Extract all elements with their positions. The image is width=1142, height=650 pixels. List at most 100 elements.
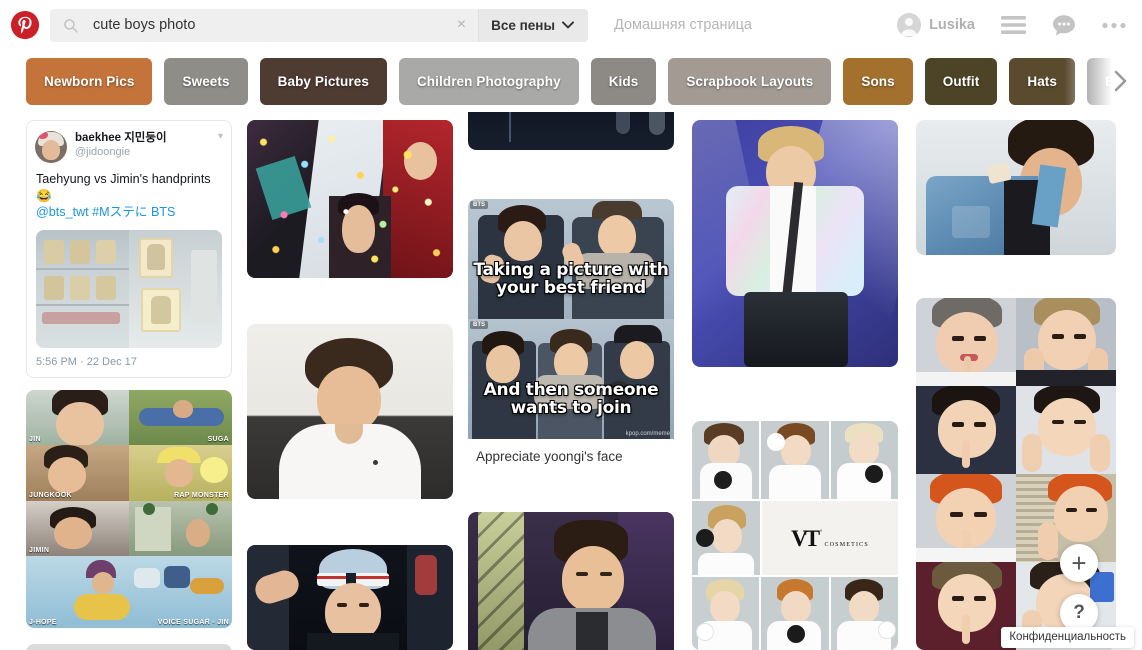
- search-scope-label: Все пены: [491, 17, 555, 33]
- category-chip[interactable]: Children Photography: [398, 57, 579, 105]
- pin-image: [26, 644, 232, 650]
- more-horizontal-icon[interactable]: [1102, 22, 1126, 29]
- search-bar[interactable]: × Все пены: [50, 8, 588, 42]
- category-chip-label: Scrapbook Layouts: [686, 73, 814, 89]
- tweet-timestamp: 5:56 PM · 22 Dec 17: [36, 355, 137, 368]
- tweet-image-left: [36, 229, 129, 348]
- vt-cell: [692, 421, 760, 499]
- avatar-icon: [897, 13, 922, 37]
- category-chip[interactable]: Hats: [1009, 57, 1076, 105]
- meme-line-2: your best friend: [496, 278, 646, 298]
- grid-cell: [916, 474, 1016, 562]
- grid-cell: [1016, 298, 1116, 386]
- category-chip[interactable]: Outfit: [924, 57, 998, 105]
- user-menu[interactable]: Lusika: [897, 13, 975, 37]
- collage-label: SUGA: [207, 436, 229, 444]
- privacy-tooltip[interactable]: Конфиденциальность: [1001, 627, 1134, 648]
- meme-watermark: kpop.com/meme: [625, 431, 670, 437]
- category-chip[interactable]: Sons: [843, 57, 913, 105]
- search-icon: [64, 18, 78, 33]
- category-chip[interactable]: Baby Pictures: [259, 57, 387, 105]
- pin-partial-bottom-1[interactable]: [26, 644, 232, 650]
- add-button-label: +: [1071, 547, 1087, 578]
- category-chip-bar[interactable]: Newborn Pics Sweets Baby Pictures Children …: [0, 50, 1142, 112]
- pin-suga-headband[interactable]: [247, 545, 453, 650]
- clear-search-icon[interactable]: ×: [445, 17, 478, 33]
- pin-bts-baby-collage[interactable]: JIN SUGA JUNGKOOK RAP MONSTER JIMIN J-HO…: [26, 390, 232, 628]
- vt-brand-t: T: [804, 525, 821, 551]
- pinterest-logo-icon[interactable]: [8, 8, 42, 42]
- search-scope-dropdown[interactable]: Все пены: [478, 8, 588, 42]
- collage-cell: JIN: [26, 390, 129, 446]
- username-label: Lusika: [929, 17, 975, 33]
- search-input-wrapper[interactable]: ×: [50, 8, 479, 42]
- home-link[interactable]: Домашняя страница: [614, 17, 752, 33]
- pin-image: [247, 545, 453, 650]
- collage-cell: RAP MONSTER: [129, 445, 232, 501]
- pin-caption: Appreciate yoongi's face: [476, 449, 623, 464]
- pin-image: [916, 120, 1116, 255]
- pin-image: [468, 512, 674, 650]
- add-button[interactable]: +: [1060, 544, 1098, 582]
- pin-jhope-stage[interactable]: [692, 120, 898, 367]
- pin-dark-partial[interactable]: [468, 112, 674, 150]
- collage-cell: SUGA: [129, 390, 232, 446]
- collage-label: RAP MONSTER: [174, 491, 229, 499]
- category-chip[interactable]: Sweets: [164, 57, 248, 105]
- help-button-label: ?: [1073, 602, 1085, 623]
- vt-cell: [692, 577, 760, 650]
- chat-bubble-icon[interactable]: [1052, 14, 1076, 37]
- category-chip-label: Newborn Pics: [44, 73, 135, 89]
- tweet-header: baekhee 지민둥이 @jidoongie ▾: [27, 121, 231, 165]
- pin-denim-jacket[interactable]: [916, 120, 1116, 255]
- category-chip[interactable]: Kids: [590, 57, 657, 105]
- pin-image: [468, 112, 674, 150]
- pin-image: BTS Taking a picture with your best frie…: [468, 199, 674, 439]
- grid-cell: [916, 298, 1016, 386]
- tweet-mention[interactable]: @bts_twt #Mステに BTS: [36, 205, 175, 219]
- tweet-embed: baekhee 지민둥이 @jidoongie ▾ Taehyung vs Ji…: [26, 120, 232, 378]
- chevron-down-icon: [562, 21, 574, 29]
- collage-label: VOICE SUGAR - JIN: [157, 619, 229, 626]
- category-chip-label: Outfit: [942, 73, 980, 89]
- meme-line-1: Taking a picture with: [473, 260, 669, 280]
- vt-cell: [761, 421, 829, 499]
- vt-logo: V T ° COSMETICS: [791, 527, 869, 550]
- category-chip-label: Sweets: [182, 73, 230, 89]
- vt-cell: [692, 501, 760, 575]
- pin-vt-cosmetics[interactable]: V T ° COSMETICS: [692, 421, 898, 650]
- pin-tweet-card[interactable]: baekhee 지민둥이 @jidoongie ▾ Taehyung vs Ji…: [26, 120, 232, 378]
- pin-bts-meme[interactable]: BTS Taking a picture with your best frie…: [468, 199, 674, 476]
- category-chip-label: Kids: [608, 73, 639, 89]
- vt-degree: °: [820, 529, 823, 536]
- pin-nick-jonas[interactable]: [468, 512, 674, 650]
- category-chip[interactable]: Newborn Pics: [26, 57, 153, 105]
- pin-image: [692, 120, 898, 367]
- chevron-down-icon[interactable]: ▾: [214, 131, 223, 142]
- meme-line-4: wants to join: [510, 398, 632, 418]
- tweet-author: baekhee 지민둥이 @jidoongie: [75, 131, 214, 160]
- pin-image: [247, 324, 453, 499]
- chevron-right-icon[interactable]: [1110, 70, 1132, 92]
- category-chip[interactable]: Scrapbook Layouts: [668, 57, 832, 105]
- vt-brand-v: V: [791, 525, 808, 551]
- tweet-handle: @jidoongie: [75, 146, 131, 159]
- category-chip-label: Hats: [1027, 73, 1058, 89]
- pin-confetti-collage[interactable]: [247, 120, 453, 278]
- vt-cell: [761, 577, 829, 650]
- collage-label: JUNGKOOK: [29, 491, 72, 499]
- search-input[interactable]: [93, 17, 445, 33]
- hamburger-menu-icon[interactable]: [1001, 15, 1026, 35]
- collage-cell: JIMIN: [26, 500, 129, 556]
- category-chip-label: Children Photography: [416, 73, 561, 89]
- collage-cell: JUNGKOOK: [26, 445, 129, 501]
- pin-shawn-white-tee[interactable]: [247, 324, 453, 499]
- vt-logo-cell: V T ° COSMETICS: [762, 501, 898, 575]
- collage-cell: [129, 500, 232, 556]
- vt-subtitle: COSMETICS: [824, 541, 869, 548]
- tweet-image: [36, 229, 222, 348]
- tweet-image-right: [129, 229, 222, 348]
- tweet-text-main: Taehyung vs Jimin's handprints: [36, 172, 211, 186]
- tweet-emoji: 😂: [36, 188, 52, 203]
- vt-cell: [830, 421, 898, 499]
